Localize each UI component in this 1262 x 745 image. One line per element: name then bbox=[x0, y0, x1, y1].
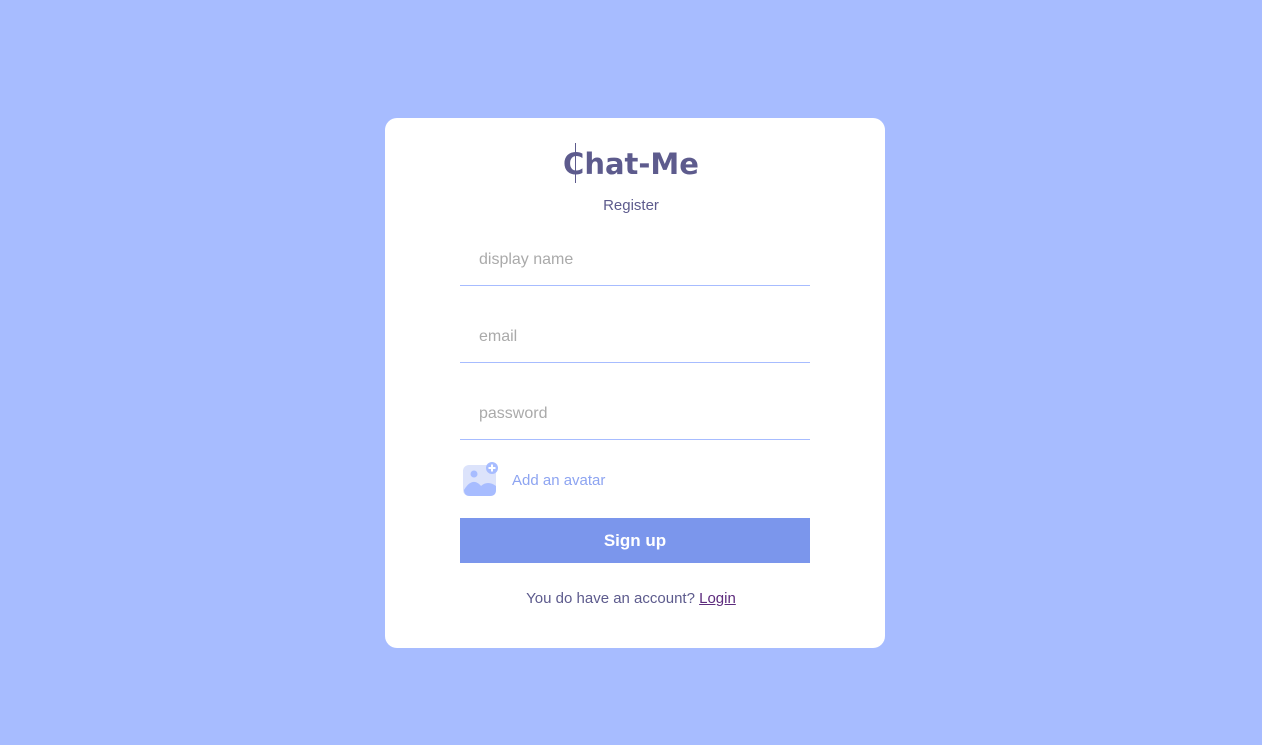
add-image-icon bbox=[463, 462, 498, 496]
app-logo: Chat-Me bbox=[563, 147, 699, 181]
add-avatar-label: Add an avatar bbox=[512, 471, 606, 489]
login-prompt-text: You do have an account? bbox=[526, 590, 695, 607]
login-prompt: You do have an account? Login bbox=[0, 590, 1262, 608]
form-title: Register bbox=[603, 197, 659, 214]
add-avatar-button[interactable]: Add an avatar bbox=[462, 462, 605, 498]
login-link[interactable]: Login bbox=[699, 590, 736, 607]
sign-up-button[interactable]: Sign up bbox=[460, 518, 810, 563]
display-name-input[interactable] bbox=[460, 234, 810, 286]
email-input[interactable] bbox=[460, 311, 810, 363]
password-input[interactable] bbox=[460, 388, 810, 440]
register-page: Chat-Me Register Add an avatar Sign up Y… bbox=[0, 0, 1262, 745]
